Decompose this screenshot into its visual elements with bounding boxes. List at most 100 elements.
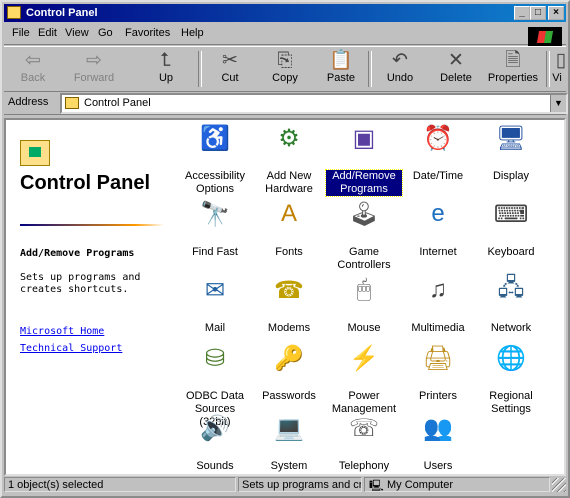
menu-help[interactable]: Help [181, 27, 204, 39]
up-button[interactable]: ⮤ Up [144, 49, 188, 89]
item-label: Network [490, 322, 532, 334]
copy-button[interactable]: ⎘ Copy [262, 49, 308, 89]
accessibility-icon: ♿ [200, 124, 230, 152]
pane-divider [20, 224, 164, 226]
control-panel-item[interactable]: 👥 Users [400, 412, 476, 473]
status-bar: 1 object(s) selected Sets up programs an… [4, 476, 566, 494]
item-label: Keyboard [487, 246, 535, 258]
address-field[interactable]: Control Panel ▼ [60, 93, 568, 114]
item-label: Printers [419, 390, 457, 402]
control-panel-folder-icon [20, 140, 50, 166]
cut-button[interactable]: ✂ Cut [208, 49, 252, 89]
control-panel-item[interactable]: ⏰ Date/Time [400, 122, 476, 183]
content-area: Control Panel Add/Remove Programs Sets u… [4, 118, 566, 476]
up-folder-icon: ⮤ [160, 50, 172, 71]
item-label: Game Controllers [337, 246, 391, 271]
control-panel-item[interactable]: 🌐 Regional Settings [473, 342, 549, 416]
undo-icon: ↶ [392, 50, 408, 71]
properties-button[interactable]: 🗎 Properties [482, 49, 544, 89]
control-panel-item[interactable]: ♫ Multimedia [400, 274, 476, 335]
control-panel-item[interactable]: 🖥 Display [473, 122, 549, 183]
views-button[interactable]: ▯ Vi [548, 49, 566, 89]
scissors-icon: ✂ [222, 50, 238, 71]
delete-button[interactable]: ✕ Delete [432, 49, 480, 89]
control-panel-item[interactable]: e Internet [400, 198, 476, 259]
globe-icon: 🌐 [496, 344, 526, 372]
control-panel-item[interactable]: 🖱 Mouse [326, 274, 402, 335]
menu-file[interactable]: File [12, 27, 30, 39]
forward-arrow-icon: ⇨ [86, 50, 102, 71]
selected-item-name: Add/Remove Programs [20, 248, 135, 259]
control-panel-item[interactable]: 🕹 Game Controllers [326, 198, 402, 272]
network-icon: 🖧 [497, 273, 525, 301]
maximize-button[interactable]: □ [530, 6, 546, 20]
technical-support-link[interactable]: Technical Support [20, 343, 122, 354]
item-label: Telephony [338, 460, 390, 472]
internet-icon: e [431, 200, 445, 227]
menu-go[interactable]: Go [98, 27, 113, 39]
modem-phone-icon: ☎ [274, 276, 304, 304]
control-panel-item[interactable]: ▣ Add/Remove Programs [325, 122, 403, 197]
selected-item-description: Sets up programs and creates shortcuts. [20, 272, 141, 295]
undo-button[interactable]: ↶ Undo [376, 49, 424, 89]
joystick-icon: 🕹 [348, 200, 380, 228]
control-panel-icon [7, 6, 21, 19]
control-panel-item[interactable]: ☎ Modems [251, 274, 327, 335]
icon-grid: ♿ Accessibility Options ⚙ Add New Hardware ▣… [181, 120, 561, 474]
printers-icon: 🖨 [422, 344, 454, 372]
copy-icon: ⎘ [277, 50, 293, 71]
title-bar[interactable]: Control Panel _ □ × [4, 4, 566, 22]
address-bar: Address Control Panel ▼ [4, 92, 568, 115]
control-panel-item[interactable]: 🔑 Passwords [251, 342, 327, 403]
control-panel-item[interactable]: ⌨ Keyboard [473, 198, 549, 259]
close-button[interactable]: × [548, 6, 564, 20]
control-panel-item[interactable]: 🔊 Sounds [177, 412, 253, 473]
keyboard-icon: ⌨ [493, 200, 529, 228]
minimize-button[interactable]: _ [514, 6, 530, 20]
microsoft-home-link[interactable]: Microsoft Home [20, 326, 104, 337]
menu-view[interactable]: View [65, 27, 89, 39]
add-hardware-icon: ⚙ [278, 124, 300, 152]
item-label: Find Fast [192, 246, 238, 258]
control-panel-item[interactable]: ✉ Mail [177, 274, 253, 335]
control-panel-item[interactable]: ♿ Accessibility Options [177, 122, 253, 196]
item-label: Fonts [275, 246, 303, 258]
telephony-icon: ☏ [348, 414, 379, 442]
toolbar-separator [368, 51, 372, 87]
back-button[interactable]: ⇦ Back [8, 49, 58, 89]
find-fast-icon: 🔭 [200, 200, 230, 228]
item-label: System [270, 460, 308, 472]
mouse-icon: 🖱 [356, 276, 372, 303]
control-panel-window: Control Panel _ □ × File Edit View Go Fa… [0, 0, 570, 498]
toolbar: ⇦ Back ⇨ Forward ⮤ Up ✂ Cut ⎘ Copy 📋 Pas… [4, 46, 566, 92]
back-arrow-icon: ⇦ [25, 50, 41, 71]
item-label: Multimedia [411, 322, 465, 334]
fonts-folder-icon: A [280, 200, 297, 227]
delete-x-icon: ✕ [448, 50, 464, 71]
item-label: Passwords [262, 390, 316, 402]
paste-button[interactable]: 📋 Paste [318, 49, 364, 89]
control-panel-item[interactable]: 💻 System [251, 412, 327, 473]
status-description: Sets up programs and cre [238, 477, 362, 492]
resize-grip[interactable] [552, 478, 566, 492]
item-label: Add/Remove Programs [325, 169, 403, 197]
control-panel-item[interactable]: ☏ Telephony [326, 412, 402, 473]
system-computer-icon: 💻 [274, 414, 304, 442]
control-panel-item[interactable]: 🖨 Printers [400, 342, 476, 403]
address-dropdown-button[interactable]: ▼ [550, 95, 566, 112]
control-panel-item[interactable]: ⚙ Add New Hardware [251, 122, 327, 196]
web-view-pane: Control Panel Add/Remove Programs Sets u… [6, 120, 181, 474]
item-label: Add New Hardware [265, 170, 313, 195]
item-label: Internet [419, 246, 457, 258]
forward-button[interactable]: ⇨ Forward [66, 49, 122, 89]
control-panel-item[interactable]: 🔭 Find Fast [177, 198, 253, 259]
control-panel-item[interactable]: A Fonts [251, 198, 327, 259]
control-panel-item[interactable]: ⚡ Power Management [326, 342, 402, 416]
windows-logo-icon [528, 27, 562, 47]
item-label: Display [492, 170, 530, 182]
item-label: Users [423, 460, 453, 472]
menu-edit[interactable]: Edit [38, 27, 57, 39]
toolbar-separator [198, 51, 202, 87]
control-panel-item[interactable]: 🖧 Network [473, 274, 549, 335]
menu-favorites[interactable]: Favorites [125, 27, 170, 39]
